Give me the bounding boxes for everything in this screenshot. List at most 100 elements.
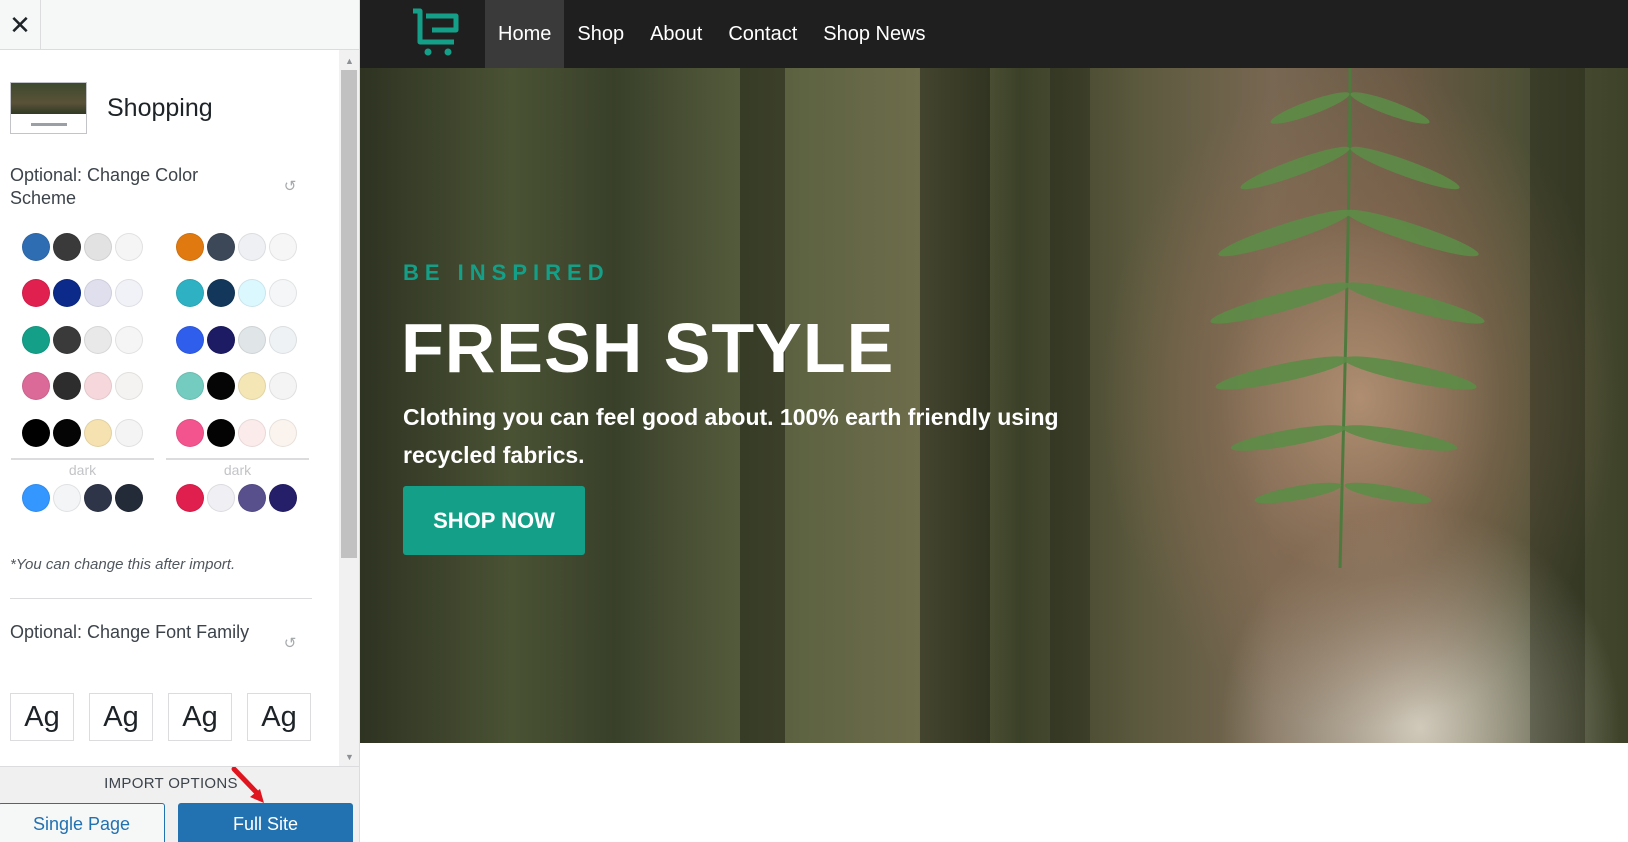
color-swatch [84, 372, 112, 400]
color-swatch [176, 279, 204, 307]
color-swatch [53, 484, 81, 512]
import-sidebar: ✕ Shopping Optional: Change Color Scheme… [0, 0, 360, 842]
color-swatch [22, 484, 50, 512]
color-swatch [269, 279, 297, 307]
color-swatch [84, 233, 112, 261]
hero-title: FRESH STYLE [401, 309, 895, 387]
color-swatch [84, 279, 112, 307]
color-swatch [176, 419, 204, 447]
full-site-button[interactable]: Full Site [178, 803, 353, 842]
scroll-down-icon[interactable]: ▼ [345, 752, 354, 762]
color-swatch [269, 326, 297, 354]
color-palette-option[interactable] [176, 484, 297, 512]
hero-banner: BE INSPIRED FRESH STYLE Clothing you can… [360, 68, 1628, 743]
color-swatch [269, 419, 297, 447]
color-palette-option[interactable] [176, 372, 297, 400]
color-palette-option[interactable] [22, 372, 143, 400]
nav-shop-news[interactable]: Shop News [810, 0, 938, 68]
color-swatch [53, 372, 81, 400]
color-swatch [207, 372, 235, 400]
nav-contact[interactable]: Contact [715, 0, 810, 68]
cart-logo-icon[interactable] [410, 6, 462, 58]
color-swatch [53, 233, 81, 261]
font-option[interactable]: Ag [168, 693, 232, 741]
color-swatch [207, 233, 235, 261]
site-name: Shopping [107, 93, 213, 122]
nav-home[interactable]: Home [485, 0, 565, 68]
color-swatch [238, 484, 266, 512]
scroll-up-icon[interactable]: ▲ [345, 56, 354, 66]
nav-about[interactable]: About [637, 0, 715, 68]
color-swatch [53, 419, 81, 447]
color-swatch [176, 372, 204, 400]
site-thumbnail [10, 82, 87, 134]
color-swatch [22, 233, 50, 261]
fern-image [1210, 68, 1485, 569]
color-palette-option[interactable] [22, 484, 143, 512]
close-button[interactable]: ✕ [0, 0, 41, 50]
color-swatch [238, 233, 266, 261]
color-note: *You can change this after import. [10, 556, 236, 573]
color-palette-option[interactable] [22, 419, 143, 447]
dark-label-right: dark [166, 458, 309, 478]
import-options-bar: IMPORT OPTIONS Single Page Full Site [0, 766, 359, 842]
site-preview: Home Shop About Contact Shop News BE INS… [360, 0, 1628, 842]
color-swatch [269, 484, 297, 512]
site-navbar: Home Shop About Contact Shop News [360, 0, 1628, 68]
single-page-button[interactable]: Single Page [0, 803, 165, 842]
color-swatch [115, 484, 143, 512]
color-swatch [238, 279, 266, 307]
hero-eyebrow: BE INSPIRED [403, 260, 610, 285]
shop-now-button[interactable]: SHOP NOW [403, 486, 585, 555]
import-options-label: IMPORT OPTIONS [104, 775, 238, 792]
color-swatch [207, 484, 235, 512]
sidebar-scrollbar[interactable]: ▲ ▼ [339, 50, 359, 766]
color-swatch [22, 419, 50, 447]
dark-label-left: dark [11, 458, 154, 478]
hero-image-trunk [1530, 68, 1585, 743]
color-swatch [115, 233, 143, 261]
color-swatch [22, 279, 50, 307]
color-swatch [53, 326, 81, 354]
main-nav: Home Shop About Contact Shop News [485, 0, 939, 68]
color-swatch [115, 326, 143, 354]
color-swatch [238, 372, 266, 400]
color-swatch [84, 419, 112, 447]
font-option[interactable]: Ag [10, 693, 74, 741]
color-swatch [238, 419, 266, 447]
color-palette-option[interactable] [176, 279, 297, 307]
color-swatch [176, 233, 204, 261]
font-family-title: Optional: Change Font Family [10, 622, 250, 642]
color-swatch [176, 326, 204, 354]
section-divider [10, 598, 312, 599]
font-option[interactable]: Ag [89, 693, 153, 741]
scrollbar-thumb[interactable] [341, 70, 357, 558]
font-option[interactable]: Ag [247, 693, 311, 741]
color-swatch [269, 233, 297, 261]
color-swatch [22, 326, 50, 354]
color-palette-option[interactable] [22, 279, 143, 307]
color-swatch [22, 372, 50, 400]
color-palette-option[interactable] [22, 233, 143, 261]
color-swatch [53, 279, 81, 307]
color-swatch [269, 372, 297, 400]
site-header: Shopping [10, 82, 213, 134]
color-swatch [207, 279, 235, 307]
nav-shop[interactable]: Shop [564, 0, 637, 68]
color-swatch [115, 279, 143, 307]
hero-subtitle: Clothing you can feel good about. 100% e… [403, 404, 1059, 468]
reset-color-icon[interactable]: ↺ [282, 179, 298, 195]
sidebar-header: ✕ [0, 0, 359, 50]
color-palette-option[interactable] [176, 419, 297, 447]
color-swatch [84, 484, 112, 512]
pointer-arrow-icon [231, 767, 264, 803]
color-swatch [115, 372, 143, 400]
color-swatch [84, 326, 112, 354]
reset-font-icon[interactable]: ↺ [282, 636, 298, 652]
color-palette-option[interactable] [176, 233, 297, 261]
color-palette-option[interactable] [22, 326, 143, 354]
color-swatch [207, 419, 235, 447]
color-swatch [238, 326, 266, 354]
color-palette-option[interactable] [176, 326, 297, 354]
color-scheme-title: Optional: Change Color Scheme [10, 165, 199, 208]
